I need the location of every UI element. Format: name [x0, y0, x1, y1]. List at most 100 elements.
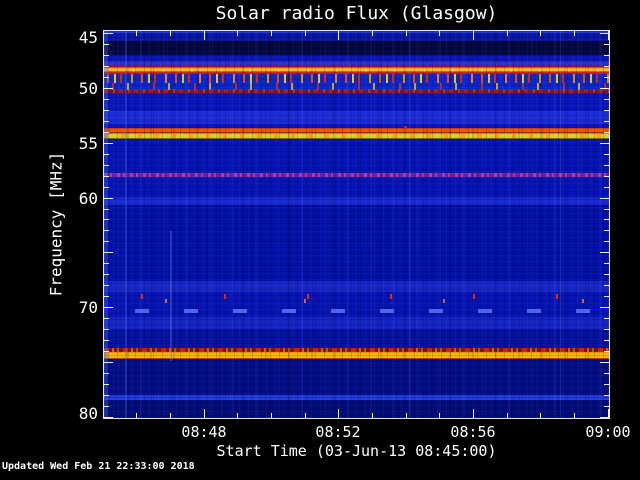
- rfi-speckles-69mhz-b: [104, 299, 609, 303]
- axis-tick: [104, 307, 113, 308]
- axis-tick: [104, 274, 109, 275]
- axis-tick: [104, 230, 109, 231]
- axis-tick: [104, 187, 109, 188]
- axis-tick: [104, 55, 109, 56]
- axis-tick: [406, 413, 407, 418]
- axis-tick: [604, 110, 609, 111]
- chart-title: Solar radio Flux (Glasgow): [215, 3, 498, 24]
- x-tick-label: 08:48: [181, 423, 227, 441]
- axis-tick: [604, 176, 609, 177]
- axis-tick: [604, 395, 609, 396]
- axis-tick: [604, 351, 609, 352]
- axis-tick: [305, 413, 306, 418]
- axis-tick: [600, 33, 609, 34]
- axis-tick: [104, 362, 113, 363]
- axis-tick: [600, 307, 609, 308]
- axis-tick: [604, 373, 609, 374]
- axis-tick: [604, 99, 609, 100]
- axis-tick: [305, 31, 306, 36]
- x-axis-title: Start Time (03-Jun-13 08:45:00): [216, 442, 497, 460]
- axis-tick: [104, 88, 113, 89]
- axis-tick: [439, 413, 440, 418]
- axis-tick: [104, 417, 113, 418]
- axis-tick: [600, 143, 609, 144]
- axis-tick: [604, 66, 609, 67]
- rfi-speckles-58mhz: [104, 173, 609, 177]
- axis-tick: [104, 395, 109, 396]
- axis-tick: [600, 362, 609, 363]
- axis-tick: [604, 318, 609, 319]
- axis-tick: [104, 318, 109, 319]
- axis-tick: [604, 241, 609, 242]
- axis-tick: [104, 110, 109, 111]
- y-tick-label: 80: [78, 404, 98, 423]
- axis-tick: [271, 31, 272, 36]
- axis-tick: [104, 252, 113, 253]
- y-tick-label: 45: [78, 28, 98, 47]
- rfi-burst-dot: [404, 126, 407, 129]
- x-tick-label: 08:52: [315, 423, 361, 441]
- axis-tick: [104, 198, 113, 199]
- vertical-noise-streak: [104, 31, 108, 418]
- axis-tick: [104, 44, 109, 45]
- axis-tick: [604, 263, 609, 264]
- axis-tick: [406, 31, 407, 36]
- axis-tick: [574, 413, 575, 418]
- axis-tick: [507, 413, 508, 418]
- axis-tick: [104, 219, 109, 220]
- axis-tick: [104, 132, 109, 133]
- axis-tick: [136, 31, 137, 36]
- axis-tick: [338, 31, 339, 40]
- axis-tick: [604, 406, 609, 407]
- axis-tick: [439, 31, 440, 36]
- rfi-speckles-50mhz-upper: [104, 74, 609, 83]
- vertical-noise-streak: [125, 31, 127, 418]
- axis-tick: [104, 285, 109, 286]
- axis-tick: [507, 31, 508, 36]
- axis-tick: [104, 241, 109, 242]
- rfi-dashes-70mhz: [104, 309, 609, 313]
- axis-tick: [136, 413, 137, 418]
- rfi-band-flecks-55mhz: [104, 133, 609, 138]
- y-axis-title: Frequency [MHz]: [46, 151, 66, 297]
- axis-tick: [271, 413, 272, 418]
- axis-tick: [604, 230, 609, 231]
- axis-tick: [600, 198, 609, 199]
- axis-tick: [574, 31, 575, 36]
- axis-tick: [604, 187, 609, 188]
- axis-tick: [600, 252, 609, 253]
- axis-tick: [604, 44, 609, 45]
- axis-tick: [104, 373, 109, 374]
- axis-tick: [104, 384, 109, 385]
- axis-tick: [540, 413, 541, 418]
- axis-tick: [104, 329, 109, 330]
- y-tick-label: 70: [78, 298, 98, 317]
- axis-tick: [604, 384, 609, 385]
- axis-tick: [540, 31, 541, 36]
- axis-tick: [204, 31, 205, 40]
- axis-tick: [473, 409, 474, 418]
- vertical-noise-streak: [409, 31, 410, 418]
- axis-tick: [170, 31, 171, 36]
- axis-tick: [604, 209, 609, 210]
- axis-tick: [237, 31, 238, 36]
- y-tick-label: 50: [78, 79, 98, 98]
- axis-tick: [237, 413, 238, 418]
- screenshot-root: Solar radio Flux (Glasgow) Frequency [MH…: [0, 0, 640, 480]
- axis-tick: [604, 219, 609, 220]
- axis-tick: [104, 165, 109, 166]
- axis-tick: [104, 296, 109, 297]
- axis-tick: [104, 99, 109, 100]
- axis-tick: [372, 31, 373, 36]
- updated-timestamp: Updated Wed Feb 21 22:33:00 2018: [2, 461, 195, 472]
- axis-tick: [104, 340, 109, 341]
- axis-tick: [104, 121, 109, 122]
- axis-tick: [170, 413, 171, 418]
- axis-tick: [104, 143, 113, 144]
- axis-tick: [604, 77, 609, 78]
- axis-tick: [604, 132, 609, 133]
- axis-tick: [104, 209, 109, 210]
- vertical-noise-streak: [560, 31, 561, 418]
- axis-tick: [338, 409, 339, 418]
- y-tick-label: 60: [78, 189, 98, 208]
